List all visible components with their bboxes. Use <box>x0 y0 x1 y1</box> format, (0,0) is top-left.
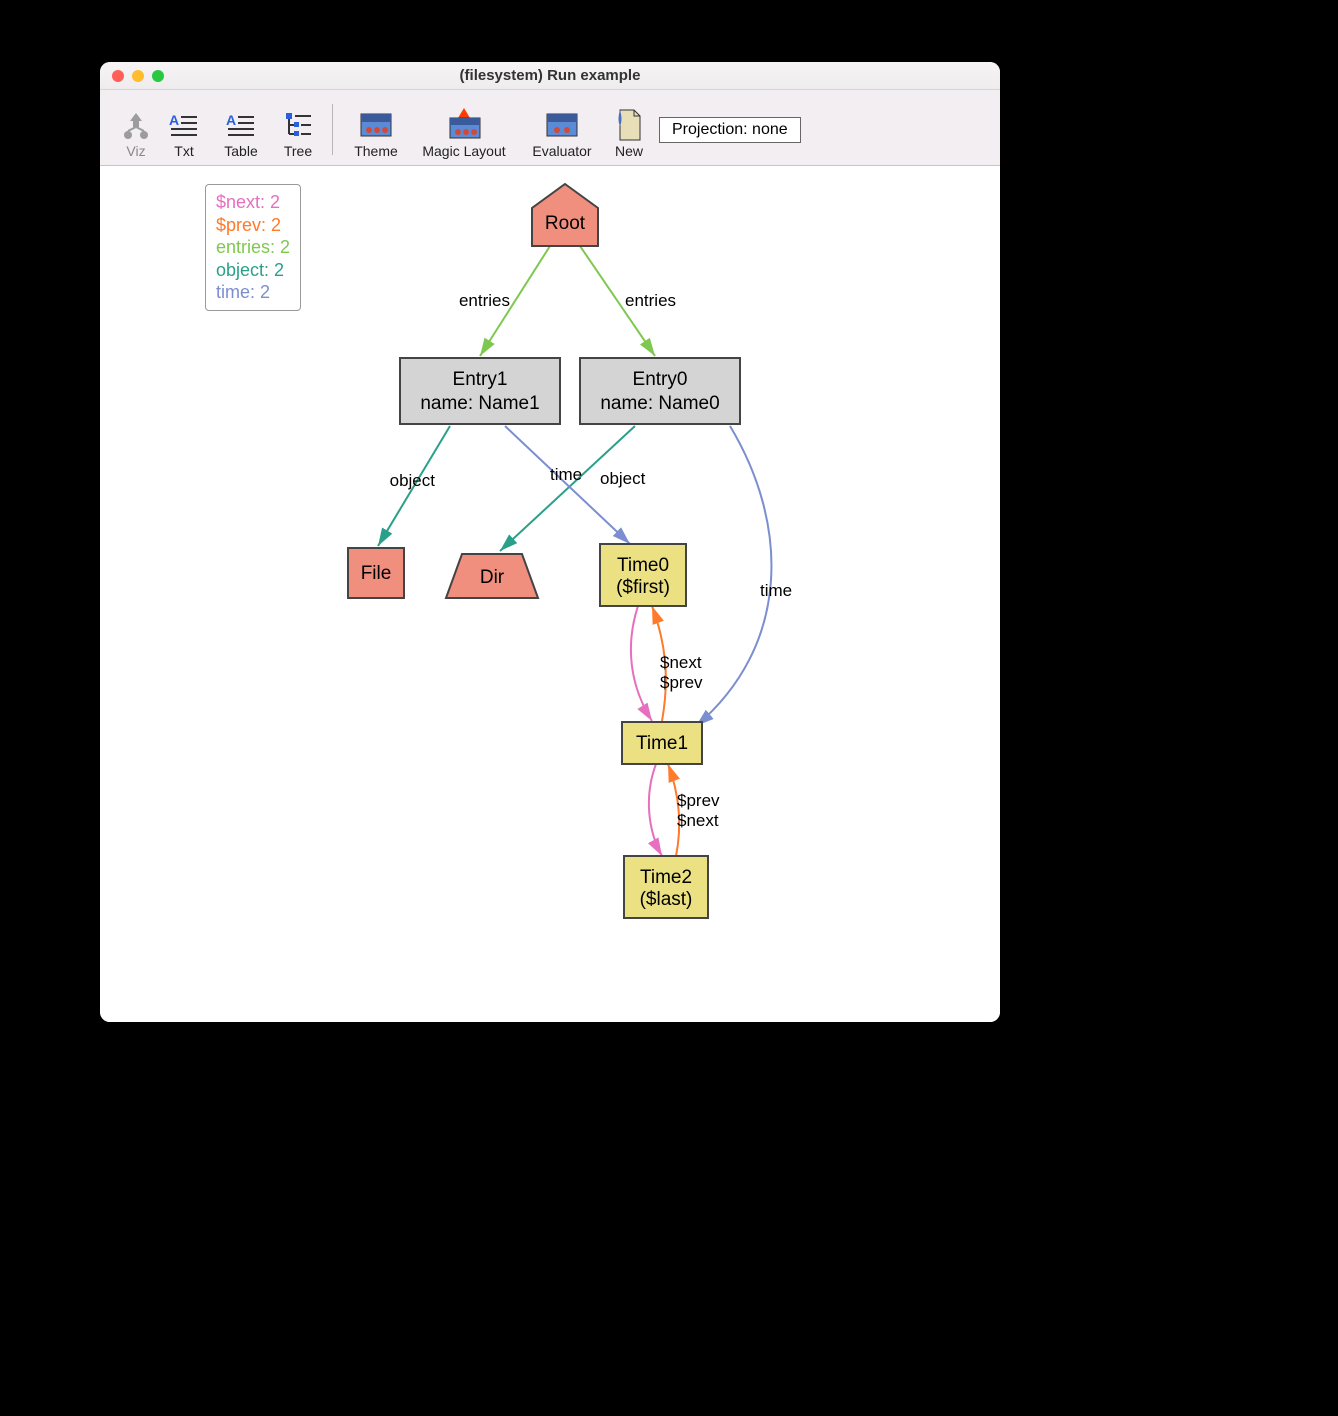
tree-icon <box>283 107 313 143</box>
svg-text:name: Name0: name: Name0 <box>600 393 719 414</box>
new-button[interactable]: New <box>605 103 653 165</box>
svg-text:($first): ($first) <box>616 577 670 598</box>
svg-text:Entry1: Entry1 <box>453 369 508 390</box>
table-icon: A <box>226 107 256 143</box>
edge-label-object-2: object <box>600 469 646 488</box>
projection-selector[interactable]: Projection: none <box>659 117 801 143</box>
node-time1[interactable]: Time1 <box>622 722 702 764</box>
node-root[interactable]: Root <box>532 184 598 246</box>
toolbar: Viz A Txt A Table Tree <box>100 90 1000 166</box>
evaluator-button[interactable]: Evaluator <box>519 103 605 165</box>
node-time0[interactable]: Time0 ($first) <box>600 544 686 606</box>
svg-text:A: A <box>226 112 236 128</box>
node-time2[interactable]: Time2 ($last) <box>624 856 708 918</box>
viz-icon <box>122 107 150 143</box>
edge-label-prev-2: $prev <box>677 791 720 810</box>
new-icon <box>614 107 644 143</box>
svg-text:Time2: Time2 <box>640 867 692 888</box>
magic-layout-icon <box>444 107 484 143</box>
edge-label-object-1: object <box>390 471 436 490</box>
node-entry1[interactable]: Entry1 name: Name1 <box>400 358 560 424</box>
svg-text:Dir: Dir <box>480 567 505 588</box>
svg-text:($last): ($last) <box>640 889 693 910</box>
edge-label-entries-2: entries <box>625 291 676 310</box>
svg-text:Time1: Time1 <box>636 733 688 754</box>
evaluator-icon <box>545 107 579 143</box>
theme-button[interactable]: Theme <box>343 103 409 165</box>
titlebar: (filesystem) Run example <box>100 62 1000 90</box>
edge-time2-time1-prev <box>668 764 679 856</box>
node-entry0[interactable]: Entry0 name: Name0 <box>580 358 740 424</box>
svg-text:A: A <box>169 112 179 128</box>
viz-button[interactable]: Viz <box>112 103 160 165</box>
txt-button[interactable]: A Txt <box>160 103 208 165</box>
svg-text:File: File <box>361 563 392 584</box>
edge-time0-time1-next <box>631 606 652 721</box>
window-title: (filesystem) Run example <box>100 67 1000 84</box>
node-file[interactable]: File <box>348 548 404 598</box>
toolbar-separator <box>332 104 333 155</box>
graph-canvas[interactable]: $next: 2 $prev: 2 entries: 2 object: 2 t… <box>100 166 1000 1022</box>
table-button[interactable]: A Table <box>208 103 274 165</box>
edge-label-prev-1: $prev <box>660 673 703 692</box>
svg-text:Root: Root <box>545 213 586 234</box>
edge-entry0-dir <box>500 426 635 551</box>
graph-svg: entries entries object object time time … <box>100 166 1000 1022</box>
svg-text:name: Name1: name: Name1 <box>420 393 539 414</box>
edge-label-next-2: $next <box>677 811 719 830</box>
app-window: (filesystem) Run example Viz A Txt A Tab… <box>100 62 1000 1022</box>
edge-entry0-time1 <box>696 426 771 726</box>
txt-icon: A <box>169 107 199 143</box>
edge-label-entries-1: entries <box>459 291 510 310</box>
edge-label-time-1: time <box>550 465 582 484</box>
tree-button[interactable]: Tree <box>274 103 322 165</box>
svg-text:Entry0: Entry0 <box>633 369 688 390</box>
svg-text:Time0: Time0 <box>617 555 669 576</box>
magic-layout-button[interactable]: Magic Layout <box>409 103 519 165</box>
edge-time1-time2-next <box>649 764 662 856</box>
theme-icon <box>359 107 393 143</box>
edge-label-next-1: $next <box>660 653 702 672</box>
node-dir[interactable]: Dir <box>446 554 538 598</box>
edge-label-time-2: time <box>760 581 792 600</box>
